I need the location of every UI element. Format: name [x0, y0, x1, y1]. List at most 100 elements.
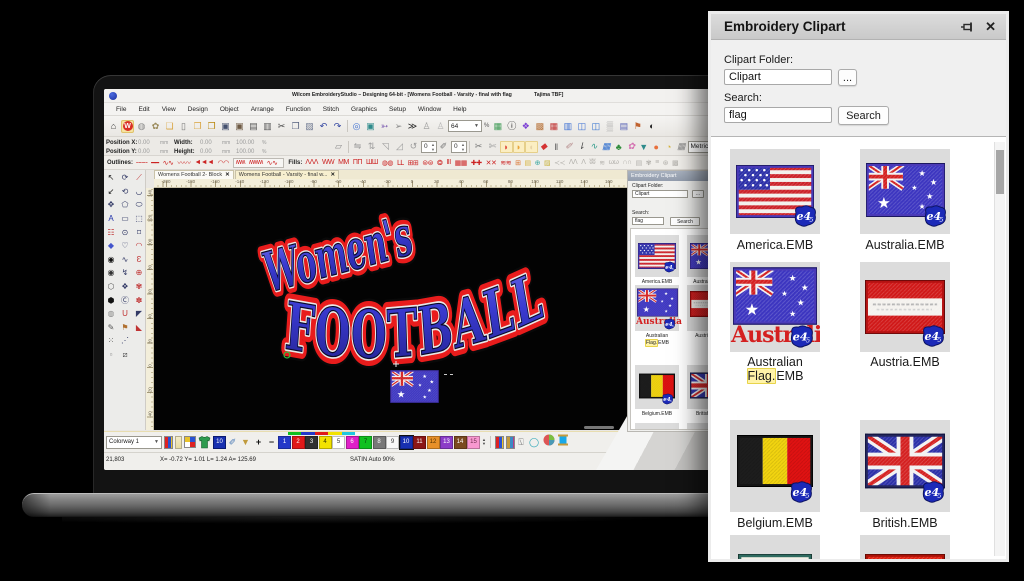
- crown-gear-tool-icon[interactable]: ❖: [119, 280, 132, 293]
- grid-blue-icon[interactable]: ▦: [600, 141, 613, 153]
- hexagon-dark-tool-icon[interactable]: ⬢: [105, 294, 118, 307]
- add-color-icon[interactable]: +: [252, 436, 265, 449]
- palette-swatch[interactable]: 1: [278, 436, 291, 449]
- show-repeats-icon[interactable]: ▣: [364, 120, 377, 133]
- outline-style-sample[interactable]: ━━: [151, 159, 158, 167]
- close-icon[interactable]: ✕: [985, 20, 996, 33]
- contour-stitch-icon[interactable]: ◖: [525, 141, 538, 153]
- copy-icon[interactable]: ❐: [289, 120, 302, 133]
- curve-tool-icon[interactable]: ◠: [133, 240, 146, 253]
- menu-item[interactable]: Help: [447, 106, 472, 113]
- menu-item[interactable]: Edit: [132, 106, 155, 113]
- fill-style-sample[interactable]: ≋≋: [500, 159, 511, 167]
- rotate-object-icon[interactable]: ↺: [407, 140, 420, 153]
- design-info-icon[interactable]: ⓘ: [505, 120, 518, 133]
- ball-icon[interactable]: ●: [650, 141, 663, 153]
- target-small-tool-icon[interactable]: ◉: [105, 267, 118, 280]
- paste-icon[interactable]: ▨: [303, 120, 316, 133]
- cycle-colors-icon[interactable]: ◯: [528, 436, 541, 449]
- overview-grid-icon[interactable]: ▦: [491, 120, 504, 133]
- stitch-ghost2-icon[interactable]: ♙: [434, 120, 447, 133]
- dots-tool-icon[interactable]: ⁙: [105, 335, 118, 348]
- mitre-tool-icon[interactable]: ◤: [133, 307, 146, 320]
- fill-style-sample[interactable]: ❂: [437, 159, 442, 167]
- menu-item[interactable]: File: [110, 106, 132, 113]
- diag-rect-tool-icon[interactable]: ⧄: [119, 348, 132, 361]
- palette-swatch[interactable]: 11: [413, 436, 426, 449]
- fill-style-sample[interactable]: ΙΙΙ: [446, 159, 450, 166]
- remove-color-icon[interactable]: −: [265, 436, 278, 449]
- mirror-horizontal-icon[interactable]: ⇋: [351, 140, 364, 153]
- clipart-panel-titlebar[interactable]: Embroidery Clipart ✕: [711, 14, 1006, 40]
- thread-spool-icon[interactable]: [557, 433, 569, 451]
- table-a-icon[interactable]: ▦: [675, 141, 688, 153]
- fill-style-colored-sample[interactable]: ⊕: [535, 159, 540, 167]
- palette-swatch[interactable]: 15: [467, 436, 480, 449]
- browse-button[interactable]: ...: [692, 190, 704, 198]
- document-tab-active[interactable]: Womens Football - Varsity - final w... ✕: [235, 170, 339, 179]
- lightning-tool-icon[interactable]: ↯: [119, 267, 132, 280]
- scale-free-icon[interactable]: ◹: [379, 140, 392, 153]
- color-grid-icon[interactable]: [184, 436, 196, 448]
- outline-style-sample[interactable]: ∿∿: [267, 159, 278, 167]
- palette-swatch[interactable]: 14: [454, 436, 467, 449]
- empty-a-icon[interactable]: [133, 335, 146, 348]
- pin-icon[interactable]: [961, 21, 977, 33]
- cut-icon[interactable]: ✂: [275, 120, 288, 133]
- color-picker-icon[interactable]: ✐: [226, 436, 239, 449]
- fill-style-sample[interactable]: WW: [322, 159, 334, 166]
- redo-icon[interactable]: ↷: [331, 120, 344, 133]
- canvas-hscrollbar[interactable]: [584, 426, 614, 429]
- dotted-grid-icon[interactable]: ▒: [603, 120, 616, 133]
- menu-item[interactable]: Object: [214, 106, 245, 113]
- team-names-tool-icon[interactable]: ☷: [105, 226, 118, 239]
- palette-scroll-spinner[interactable]: ▲▼: [481, 436, 488, 449]
- search-input[interactable]: [724, 107, 832, 123]
- color-bar-icon[interactable]: ▤: [617, 120, 630, 133]
- satin-stitch-icon[interactable]: ◗: [500, 141, 513, 153]
- fill-style-sample[interactable]: ⊜⊜: [422, 159, 433, 167]
- home-icon[interactable]: ⌂: [107, 120, 120, 133]
- outline-style-sample[interactable]: ∿∿: [163, 159, 174, 167]
- menu-item[interactable]: Setup: [383, 106, 412, 113]
- menu-item[interactable]: View: [156, 106, 182, 113]
- outline-style-sample[interactable]: ʍʍ: [236, 159, 245, 167]
- color-wheel-icon[interactable]: [543, 433, 555, 451]
- freehand-tool-icon[interactable]: ∿: [119, 253, 132, 266]
- flower-icon[interactable]: ✿: [625, 141, 638, 153]
- fill-style-sample[interactable]: ▦▦: [455, 159, 467, 167]
- rotate-cw-tool-icon[interactable]: ⟳: [119, 172, 132, 185]
- ellipse-center-tool-icon[interactable]: ⊙: [119, 226, 132, 239]
- thread-colors-icon[interactable]: ▦: [547, 120, 560, 133]
- fill-style-colored-sample[interactable]: ▨: [544, 159, 550, 167]
- outline-style-sample[interactable]: ◄◄◄: [194, 159, 213, 166]
- position-x-value[interactable]: 0.00: [138, 140, 160, 146]
- knife-icon[interactable]: ✄: [486, 140, 499, 153]
- rectangle-tool-icon[interactable]: ▭: [119, 212, 132, 225]
- product-columns-icon[interactable]: ◫: [575, 120, 588, 133]
- run-stitch-icon[interactable]: ◆: [538, 141, 551, 153]
- magnet-tool-icon[interactable]: U: [119, 307, 132, 320]
- new-document-icon[interactable]: ▯: [177, 120, 190, 133]
- empty-b-icon[interactable]: [133, 348, 146, 361]
- flower-red2-tool-icon[interactable]: ✽: [133, 294, 146, 307]
- palette-swatch[interactable]: 7: [359, 436, 372, 449]
- zoom-tool-icon[interactable]: ✥: [105, 199, 118, 212]
- import-design-icon[interactable]: ❐: [205, 120, 218, 133]
- design-properties-icon[interactable]: ▥: [561, 120, 574, 133]
- tatami-stitch-icon[interactable]: ◗: [513, 141, 526, 153]
- height-value[interactable]: 0.00: [200, 149, 222, 155]
- wheel-red-tool-icon[interactable]: ⊕: [133, 267, 146, 280]
- menu-item[interactable]: Design: [182, 106, 214, 113]
- flower-red-tool-icon[interactable]: ✾: [133, 280, 146, 293]
- export-icon[interactable]: ▣: [233, 120, 246, 133]
- browse-button[interactable]: ...: [838, 69, 857, 86]
- clipart-scrollbar[interactable]: [994, 142, 1005, 556]
- folder-input[interactable]: Clipart: [632, 190, 688, 198]
- skew-icon[interactable]: ◿: [393, 140, 406, 153]
- photo-artwork-icon[interactable]: ▩: [533, 120, 546, 133]
- width-value[interactable]: 0.00: [200, 140, 222, 146]
- print-preview-icon[interactable]: ▥: [261, 120, 274, 133]
- search-button[interactable]: Search: [670, 217, 700, 226]
- double-c-tool-icon[interactable]: Ⓒ: [119, 294, 132, 307]
